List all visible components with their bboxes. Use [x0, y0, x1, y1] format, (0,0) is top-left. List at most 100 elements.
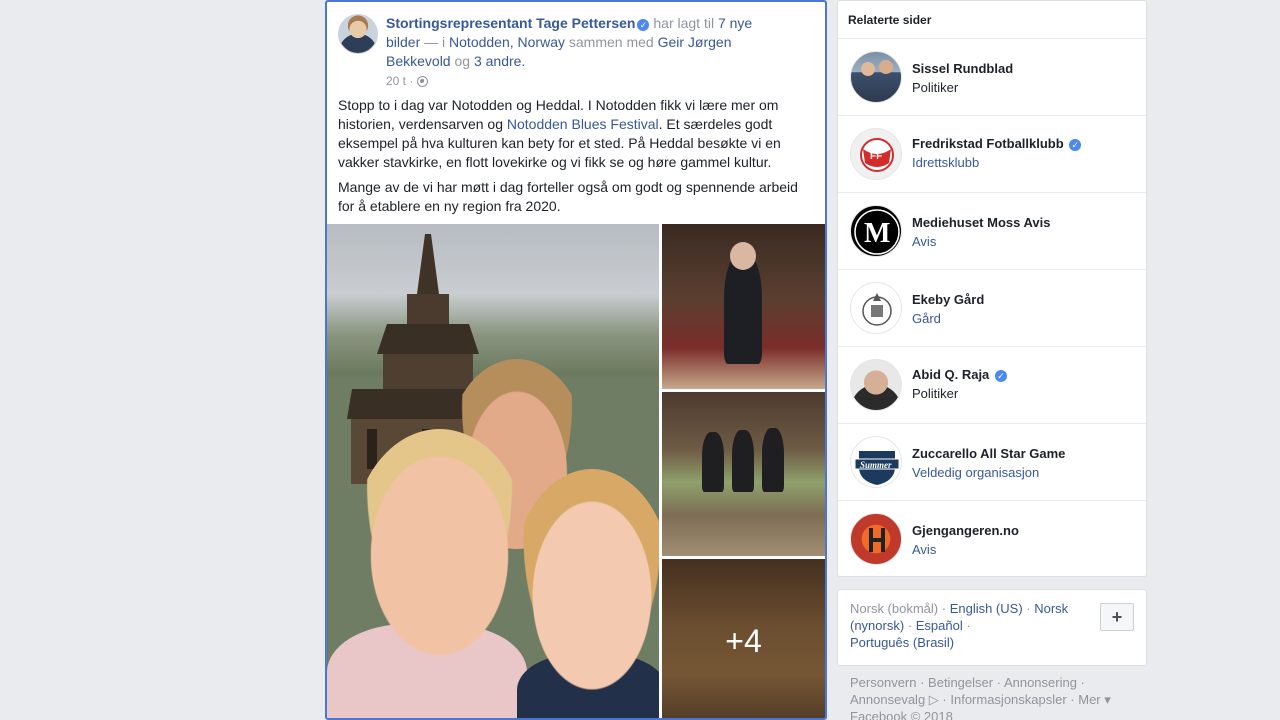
person-image: [732, 430, 754, 492]
related-item-name[interactable]: Sissel Rundblad: [912, 59, 1140, 78]
post-card: Stortingsrepresentant Tage Pettersen ✓ ha…: [325, 0, 827, 720]
footer-more-link[interactable]: Mer: [1078, 692, 1100, 707]
svg-text:FF: FF: [870, 151, 882, 162]
current-language: Norsk (bokmål): [850, 601, 939, 616]
related-item-category[interactable]: Gård: [912, 309, 1140, 328]
related-item[interactable]: M Mediehuset Moss Avis Avis: [838, 193, 1146, 270]
person-image: [762, 428, 784, 492]
related-item-name[interactable]: Fredrikstad Fotballklubb: [912, 136, 1064, 151]
related-item[interactable]: Ekeby Gård Gård: [838, 270, 1146, 347]
more-photos-overlay[interactable]: +4: [662, 559, 825, 718]
ad-choices-icon[interactable]: ▷: [929, 692, 939, 707]
moss-avis-logo-icon[interactable]: M: [850, 205, 902, 257]
photo-fiddler[interactable]: [662, 224, 825, 389]
person-image: [702, 432, 724, 492]
related-pages-panel: Relaterte sider Sissel Rundblad Politike…: [837, 0, 1147, 577]
meta-separator: ·: [406, 74, 417, 88]
photo-main[interactable]: [327, 224, 659, 718]
footer-link[interactable]: Personvern: [850, 675, 916, 690]
separator: ·: [1066, 692, 1079, 707]
add-language-button[interactable]: +: [1100, 603, 1134, 631]
separator: ·: [993, 675, 1004, 690]
copyright: Facebook © 2018: [850, 709, 953, 720]
location-link[interactable]: Notodden, Norway: [449, 34, 565, 50]
photo-church-interior[interactable]: +4: [662, 559, 825, 718]
related-item-text: Gjengangeren.no Avis: [912, 521, 1140, 559]
ffk-logo-icon[interactable]: FF: [850, 128, 902, 180]
footer-link[interactable]: Betingelser: [928, 675, 993, 690]
related-item-text: Mediehuset Moss Avis Avis: [912, 213, 1140, 251]
related-item-category[interactable]: Avis: [912, 540, 1140, 559]
svg-text:Summer: Summer: [860, 460, 892, 470]
verified-icon: ✓: [637, 19, 650, 31]
in-text: — i: [420, 34, 450, 50]
others-link[interactable]: 3 andre.: [474, 53, 525, 69]
separator: ·: [938, 601, 950, 616]
ekeby-logo-icon[interactable]: [850, 282, 902, 334]
summer-logo-icon[interactable]: Summer: [850, 436, 902, 488]
language-option[interactable]: Português (Brasil): [850, 635, 954, 650]
separator: ·: [1076, 675, 1085, 690]
related-item-category: Politiker: [912, 386, 959, 401]
people-photo-icon[interactable]: [850, 51, 902, 103]
separator: ·: [938, 692, 951, 707]
related-item-text: Sissel Rundblad Politiker: [912, 59, 1140, 97]
author-avatar[interactable]: [338, 14, 378, 54]
timestamp[interactable]: 20 t: [386, 74, 406, 88]
related-pages-title: Relaterte sider: [838, 1, 1146, 39]
svg-text:M: M: [864, 218, 890, 249]
related-item-name[interactable]: Abid Q. Raja: [912, 367, 989, 382]
related-item-name-row: Abid Q. Raja ✓: [912, 365, 1140, 384]
related-item-name[interactable]: Zuccarello All Star Game: [912, 444, 1140, 463]
related-item[interactable]: Abid Q. Raja ✓ Politiker: [838, 347, 1146, 424]
language-option[interactable]: English (US): [950, 601, 1023, 616]
related-item-category[interactable]: Veldedig organisasjon: [912, 463, 1140, 482]
post-body: Stopp to i dag var Notodden og Heddal. I…: [327, 92, 825, 216]
related-item[interactable]: FF Fredrikstad Fotballklubb ✓ Idrettsklu…: [838, 116, 1146, 193]
related-item[interactable]: Sissel Rundblad Politiker: [838, 39, 1146, 116]
related-item-name[interactable]: Ekeby Gård: [912, 290, 1140, 309]
with-text: sammen med: [564, 34, 658, 50]
separator: ·: [1022, 601, 1035, 616]
footer-link[interactable]: Informasjonskapsler: [950, 692, 1066, 707]
author-link[interactable]: Stortingsrepresentant Tage Pettersen: [386, 15, 635, 31]
post-paragraph-1: Stopp to i dag var Notodden og Heddal. I…: [338, 96, 815, 172]
footer-link[interactable]: Annonsevalg: [850, 692, 925, 707]
post-meta: 20 t ·: [386, 73, 776, 89]
related-item-text: Ekeby Gård Gård: [912, 290, 1140, 328]
and-text: og: [450, 53, 474, 69]
related-item-name[interactable]: Gjengangeren.no: [912, 521, 1140, 540]
separator: ·: [916, 675, 929, 690]
related-item-text: Abid Q. Raja ✓ Politiker: [912, 365, 1140, 403]
post-header: Stortingsrepresentant Tage Pettersen ✓ ha…: [327, 2, 825, 92]
related-item-text: Zuccarello All Star Game Veldedig organi…: [912, 444, 1140, 482]
related-item-category: Politiker: [912, 80, 959, 95]
person-image: [730, 242, 756, 270]
post-paragraph-2: Mange av de vi har møtt i dag forteller …: [338, 179, 798, 214]
person-image: [352, 429, 527, 659]
globe-icon[interactable]: [416, 76, 428, 87]
photo-grid: +4: [327, 224, 825, 718]
caret-down-icon[interactable]: ▾: [1104, 692, 1111, 707]
language-list: Norsk (bokmål) · English (US) · Norsk (n…: [850, 600, 1080, 651]
related-item-category[interactable]: Idrettsklubb: [912, 153, 1140, 172]
related-item-name[interactable]: Mediehuset Moss Avis: [912, 213, 1140, 232]
verified-icon: ✓: [994, 370, 1007, 382]
person-image: [512, 469, 659, 699]
related-item[interactable]: Gjengangeren.no Avis: [838, 501, 1146, 578]
verified-icon: ✓: [1069, 139, 1082, 151]
post-header-text: Stortingsrepresentant Tage Pettersen ✓ ha…: [386, 14, 776, 89]
portrait-photo-icon[interactable]: [850, 359, 902, 411]
language-selector: Norsk (bokmål) · English (US) · Norsk (n…: [837, 589, 1147, 666]
notodden-blues-link[interactable]: Notodden Blues Festival: [507, 116, 659, 132]
related-item[interactable]: Summer Zuccarello All Star Game Veldedig…: [838, 424, 1146, 501]
footer-link[interactable]: Annonsering: [1004, 675, 1077, 690]
person-image: [724, 254, 762, 364]
related-item-category[interactable]: Avis: [912, 232, 1140, 251]
photo-musicians[interactable]: [662, 392, 825, 556]
gjengangeren-logo-icon[interactable]: [850, 513, 902, 565]
separator: ·: [904, 618, 916, 633]
language-option[interactable]: Español: [916, 618, 963, 633]
related-item-name-row: Fredrikstad Fotballklubb ✓: [912, 134, 1140, 153]
footer: Personvern · Betingelser · Annonsering ·…: [850, 674, 1140, 720]
